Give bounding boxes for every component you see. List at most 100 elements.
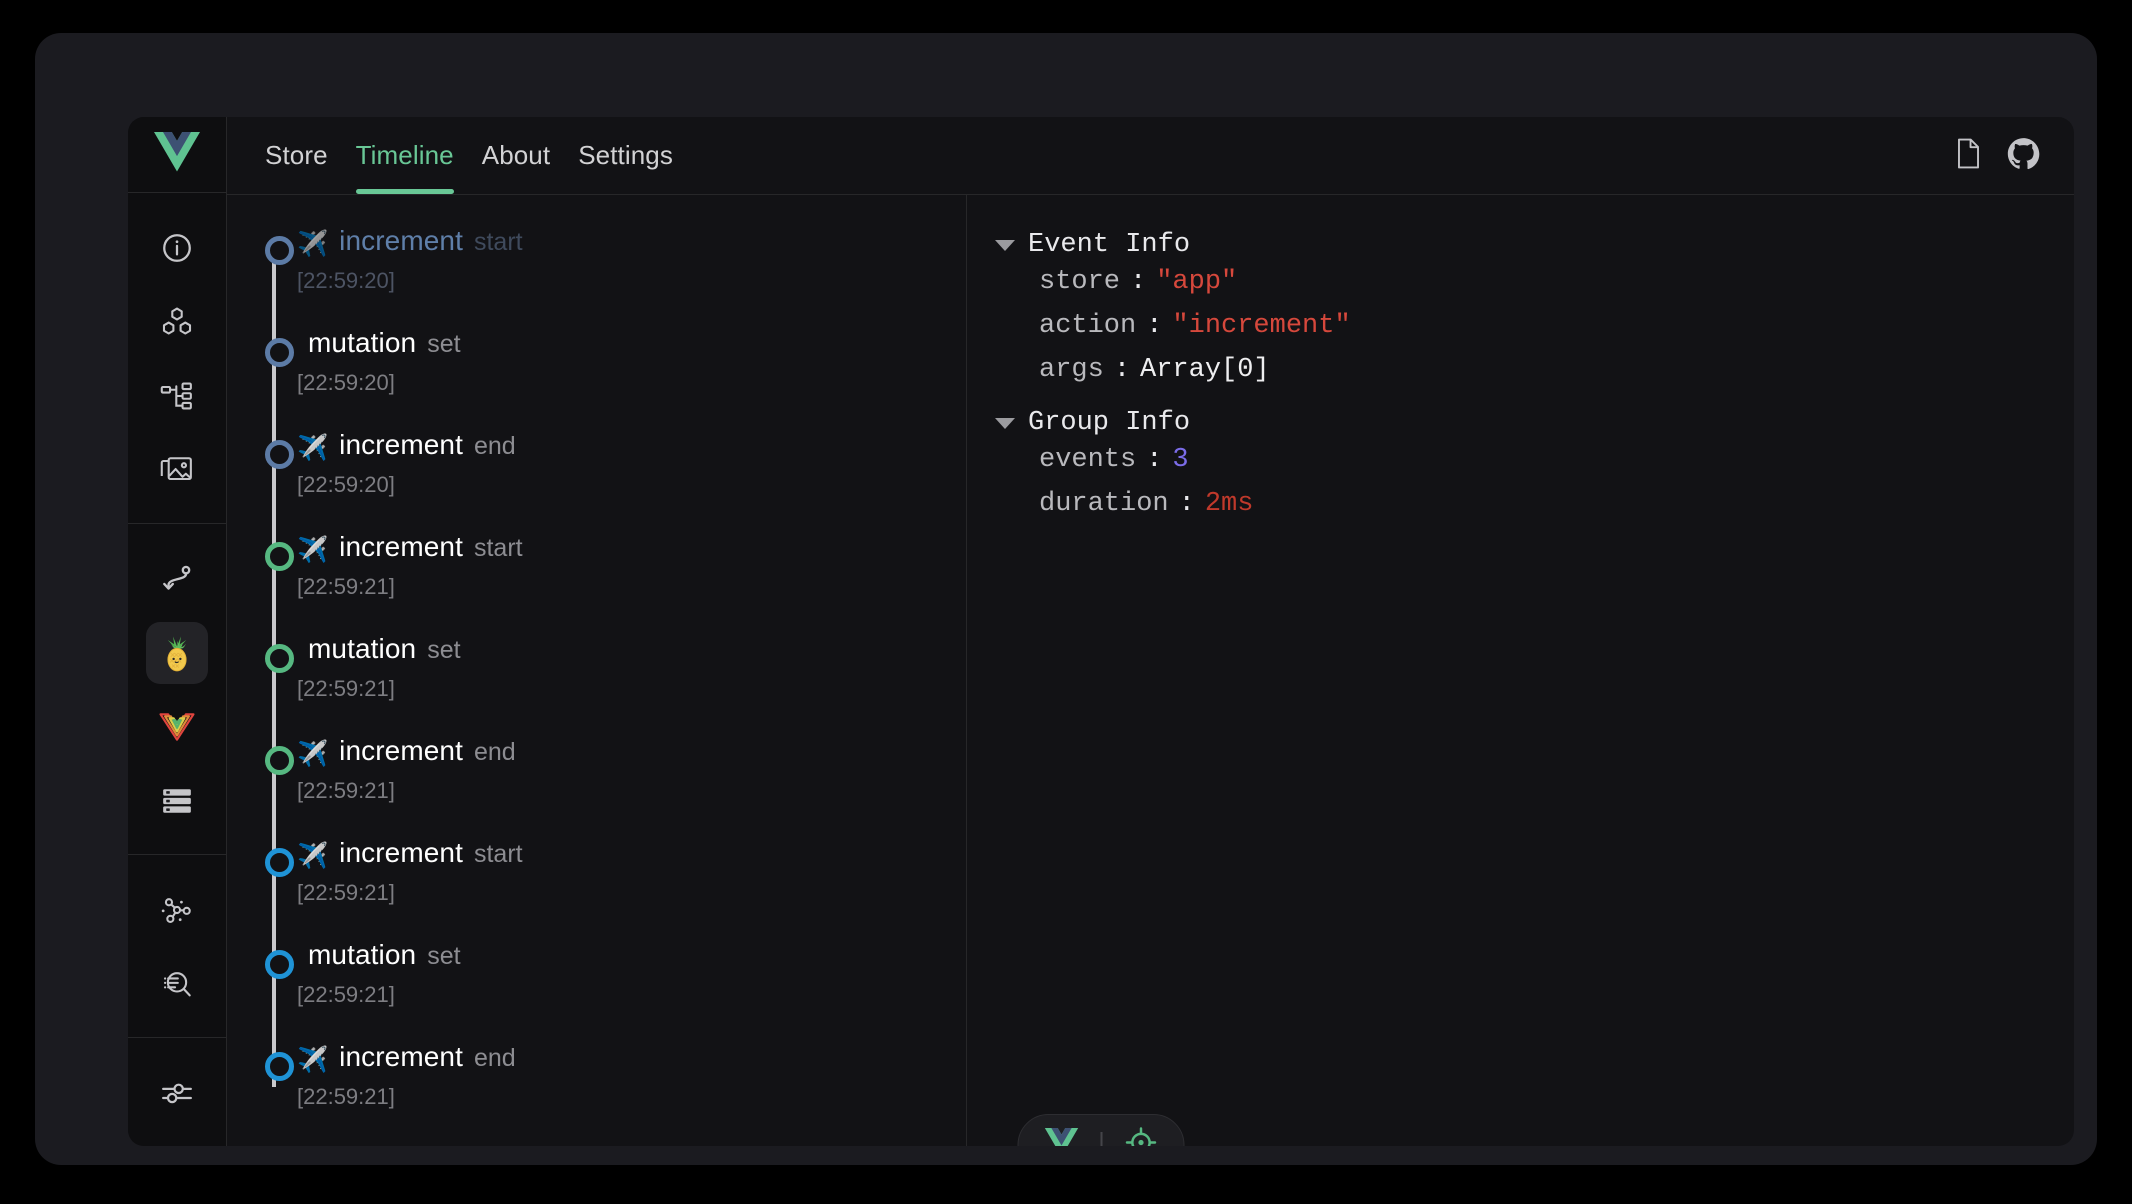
timeline-event-row[interactable]: mutation set [22:59:21] xyxy=(261,939,966,1041)
vue-logo-button[interactable] xyxy=(1045,1128,1079,1146)
chevron-down-icon xyxy=(995,418,1015,429)
event-title: increment xyxy=(339,225,463,257)
airplane-icon: ✈️ xyxy=(297,436,328,461)
info-colon: : xyxy=(1104,355,1140,385)
event-timestamp: [22:59:20] xyxy=(297,370,966,396)
chevron-down-icon xyxy=(995,240,1015,251)
event-timestamp: [22:59:21] xyxy=(297,574,966,600)
event-title: mutation xyxy=(308,327,416,359)
event-title: increment xyxy=(339,429,463,461)
event-timestamp: [22:59:21] xyxy=(297,676,966,702)
sidebar-item-inspect[interactable] xyxy=(146,953,208,1015)
timeline-pane[interactable]: ✈️ increment start [22:59:20] xyxy=(227,195,967,1146)
event-timestamp: [22:59:20] xyxy=(297,268,966,294)
event-info-pane: Event Info store : "app" action : "incre… xyxy=(967,195,2074,1146)
info-key: events xyxy=(1039,445,1136,475)
sidebar-item-pinia[interactable] xyxy=(146,622,208,684)
timeline-event-row[interactable]: ✈️ increment end [22:59:21] xyxy=(261,735,966,837)
event-dot-icon xyxy=(265,848,294,877)
images-icon xyxy=(159,453,195,487)
rainbow-v-icon xyxy=(158,710,196,744)
event-subtitle: set xyxy=(427,942,460,971)
vue-logo-icon xyxy=(154,132,200,177)
info-value: "app" xyxy=(1156,267,1237,297)
info-key: action xyxy=(1039,311,1136,341)
route-arrow-icon xyxy=(159,562,195,596)
devtools-app-panel: Store Timeline About Settings xyxy=(128,117,2074,1146)
floating-toolbar xyxy=(1018,1114,1185,1146)
sidebar-item-overview[interactable] xyxy=(146,217,208,279)
event-dot-icon xyxy=(265,236,294,265)
info-value: 3 xyxy=(1172,445,1188,475)
event-title: increment xyxy=(339,531,463,563)
group-info-section: Group Info events : 3 duration : 2ms xyxy=(995,401,2074,533)
event-dot-icon xyxy=(265,542,294,571)
sidebar-item-pages[interactable] xyxy=(146,365,208,427)
event-info-header[interactable]: Event Info xyxy=(995,223,2074,267)
sidebar-item-graph[interactable] xyxy=(146,879,208,941)
timeline-event-row[interactable]: ✈️ increment start [22:59:21] xyxy=(261,531,966,633)
info-row-args: args : Array[0] xyxy=(995,355,2074,399)
event-headline: ✈️ increment end xyxy=(297,735,966,777)
timeline-event-row[interactable]: ✈️ increment start [22:59:20] xyxy=(261,225,966,327)
tab-bar: Store Timeline About Settings xyxy=(251,117,687,194)
activity-group-tools xyxy=(128,854,226,1037)
sidebar-item-assets[interactable] xyxy=(146,439,208,501)
crosshair-target-icon xyxy=(1125,1126,1158,1146)
event-headline: ✈️ increment end xyxy=(297,429,966,471)
github-icon xyxy=(2007,137,2040,175)
tab-timeline[interactable]: Timeline xyxy=(342,117,468,194)
sidebar-item-components[interactable] xyxy=(146,291,208,353)
pineapple-icon xyxy=(158,633,196,673)
github-button[interactable] xyxy=(2007,137,2040,175)
sidebar-item-router[interactable] xyxy=(146,548,208,610)
activity-group-plugins xyxy=(128,523,226,854)
sliders-icon xyxy=(159,1076,195,1110)
event-subtitle: end xyxy=(474,1044,516,1073)
info-key: store xyxy=(1039,267,1120,297)
event-headline: mutation set xyxy=(297,939,966,981)
screen: Store Timeline About Settings xyxy=(0,0,2132,1204)
tab-store[interactable]: Store xyxy=(251,117,342,194)
event-headline: ✈️ increment start xyxy=(297,225,966,267)
timeline-event-row[interactable]: ✈️ increment start [22:59:21] xyxy=(261,837,966,939)
info-value: Array[0] xyxy=(1140,355,1270,385)
component-inspector-button[interactable] xyxy=(1125,1126,1158,1146)
tab-about[interactable]: About xyxy=(468,117,564,194)
event-dot-icon xyxy=(265,338,294,367)
timeline-event-row[interactable]: ✈️ increment end [22:59:20] xyxy=(261,429,966,531)
event-subtitle: start xyxy=(474,228,523,257)
docs-button[interactable] xyxy=(1954,137,1983,175)
sidebar-item-vue-use[interactable] xyxy=(146,696,208,758)
timeline-event-row[interactable]: ✈️ increment end [22:59:21] xyxy=(261,1041,966,1143)
event-subtitle: end xyxy=(474,432,516,461)
document-icon xyxy=(1954,137,1983,175)
activity-bar xyxy=(128,117,227,1146)
sidebar-item-settings[interactable] xyxy=(146,1062,208,1124)
group-info-header[interactable]: Group Info xyxy=(995,401,2074,445)
main-column: Store Timeline About Settings xyxy=(227,117,2074,1146)
info-row-events: events : 3 xyxy=(995,445,2074,489)
event-timestamp: [22:59:21] xyxy=(297,982,966,1008)
airplane-icon: ✈️ xyxy=(297,742,328,767)
event-timestamp: [22:59:20] xyxy=(297,472,966,498)
event-timestamp: [22:59:21] xyxy=(297,880,966,906)
topbar-actions xyxy=(1954,117,2040,194)
info-row-store: store : "app" xyxy=(995,267,2074,311)
airplane-icon: ✈️ xyxy=(297,232,328,257)
timeline-event-list: ✈️ increment start [22:59:20] xyxy=(227,225,966,1143)
sidebar-item-server-routes[interactable] xyxy=(146,770,208,832)
event-subtitle: set xyxy=(427,330,460,359)
tab-settings[interactable]: Settings xyxy=(564,117,687,194)
info-circle-icon xyxy=(160,231,194,265)
info-key: duration xyxy=(1039,489,1169,519)
event-subtitle: end xyxy=(474,738,516,767)
event-headline: mutation set xyxy=(297,633,966,675)
timeline-event-row[interactable]: mutation set [22:59:21] xyxy=(261,633,966,735)
info-key: args xyxy=(1039,355,1104,385)
topbar-spacer xyxy=(687,117,1954,194)
timeline-event-row[interactable]: mutation set [22:59:20] xyxy=(261,327,966,429)
event-subtitle: start xyxy=(474,534,523,563)
event-headline: ✈️ increment start xyxy=(297,531,966,573)
info-value: "increment" xyxy=(1172,311,1350,341)
